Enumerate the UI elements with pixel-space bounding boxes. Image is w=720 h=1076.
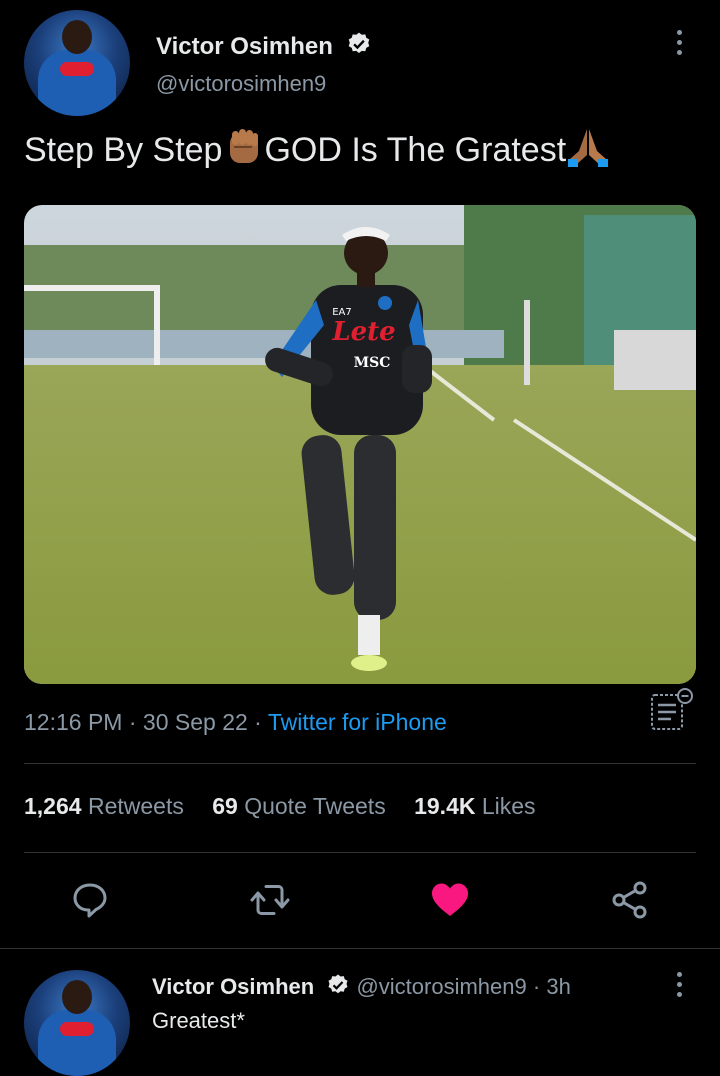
likes-count: 19.4K <box>414 793 476 819</box>
reply-author-avatar[interactable] <box>24 970 130 1076</box>
retweets-stat[interactable]: 1,264 Retweets <box>24 793 184 819</box>
avatar-sponsor-logo <box>60 1022 94 1036</box>
retweet-icon[interactable] <box>250 880 290 920</box>
tweet-time: 12:16 PM <box>24 709 123 735</box>
tweet-date: 30 Sep 22 <box>142 709 248 735</box>
reply-icon[interactable] <box>70 880 110 920</box>
reply-author-name[interactable]: Victor Osimhen <box>152 974 314 999</box>
avatar-head <box>62 20 92 54</box>
quotes-count: 69 <box>212 793 238 819</box>
training-pitch-photo: Lete MSC EA7 <box>24 205 696 684</box>
author-name[interactable]: Victor Osimhen <box>156 31 372 61</box>
tweet-media-image[interactable]: Lete MSC EA7 <box>24 205 696 684</box>
divider <box>24 763 696 764</box>
retweets-label: Retweets <box>87 793 184 819</box>
heart-filled-icon[interactable] <box>430 880 470 920</box>
tweet-text-part1: Step By Step <box>24 131 223 169</box>
jersey-brand-text: EA7 <box>332 307 352 318</box>
reply-author-handle[interactable]: @victorosimhen9 <box>356 974 526 999</box>
reply-more-options-icon[interactable] <box>677 972 683 1002</box>
tweet-meta: 12:16 PM · 30 Sep 22 · Twitter for iPhon… <box>24 709 447 736</box>
avatar-jersey <box>38 1010 116 1076</box>
avatar-jersey <box>38 50 116 116</box>
avatar-head <box>62 980 92 1014</box>
more-options-icon[interactable] <box>677 30 683 60</box>
likes-label: Likes <box>481 793 536 819</box>
reply-separator: · <box>532 974 541 999</box>
quotes-label: Quote Tweets <box>244 793 386 819</box>
raised-fist-emoji-icon <box>230 129 259 163</box>
reply-text: Greatest* <box>152 1008 245 1033</box>
tweet-source-link[interactable]: Twitter for iPhone <box>268 709 447 735</box>
author-handle[interactable]: @victorosimhen9 <box>156 71 326 97</box>
share-icon[interactable] <box>610 880 650 920</box>
author-name-text: Victor Osimhen <box>156 33 333 60</box>
reply-header: Victor Osimhen @victorosimhen9 · 3h <box>152 973 571 1000</box>
reply-time: 3h <box>546 974 571 999</box>
author-avatar[interactable] <box>24 10 130 116</box>
quote-tweets-stat[interactable]: 69 Quote Tweets <box>212 793 385 819</box>
meta-separator: · <box>254 709 262 735</box>
tweet-text: Step By Step GOD Is The Gratest <box>24 125 610 170</box>
folded-hands-emoji-icon <box>568 129 609 167</box>
avatar-sponsor-logo <box>60 62 94 76</box>
analytics-icon[interactable] <box>649 687 695 733</box>
likes-stat[interactable]: 19.4K Likes <box>414 793 535 819</box>
tweet-stats: 1,264 Retweets 69 Quote Tweets 19.4K Lik… <box>24 793 558 820</box>
jersey-sponsor-text: Lete <box>331 317 395 347</box>
divider <box>0 948 720 949</box>
divider <box>24 852 696 853</box>
verified-badge-icon <box>348 32 369 53</box>
retweets-count: 1,264 <box>24 793 82 819</box>
jersey-msc-text: MSC <box>354 355 391 371</box>
meta-separator: · <box>128 709 137 735</box>
verified-badge-icon <box>328 974 348 994</box>
tweet-text-part2: GOD Is The Gratest <box>264 131 567 169</box>
